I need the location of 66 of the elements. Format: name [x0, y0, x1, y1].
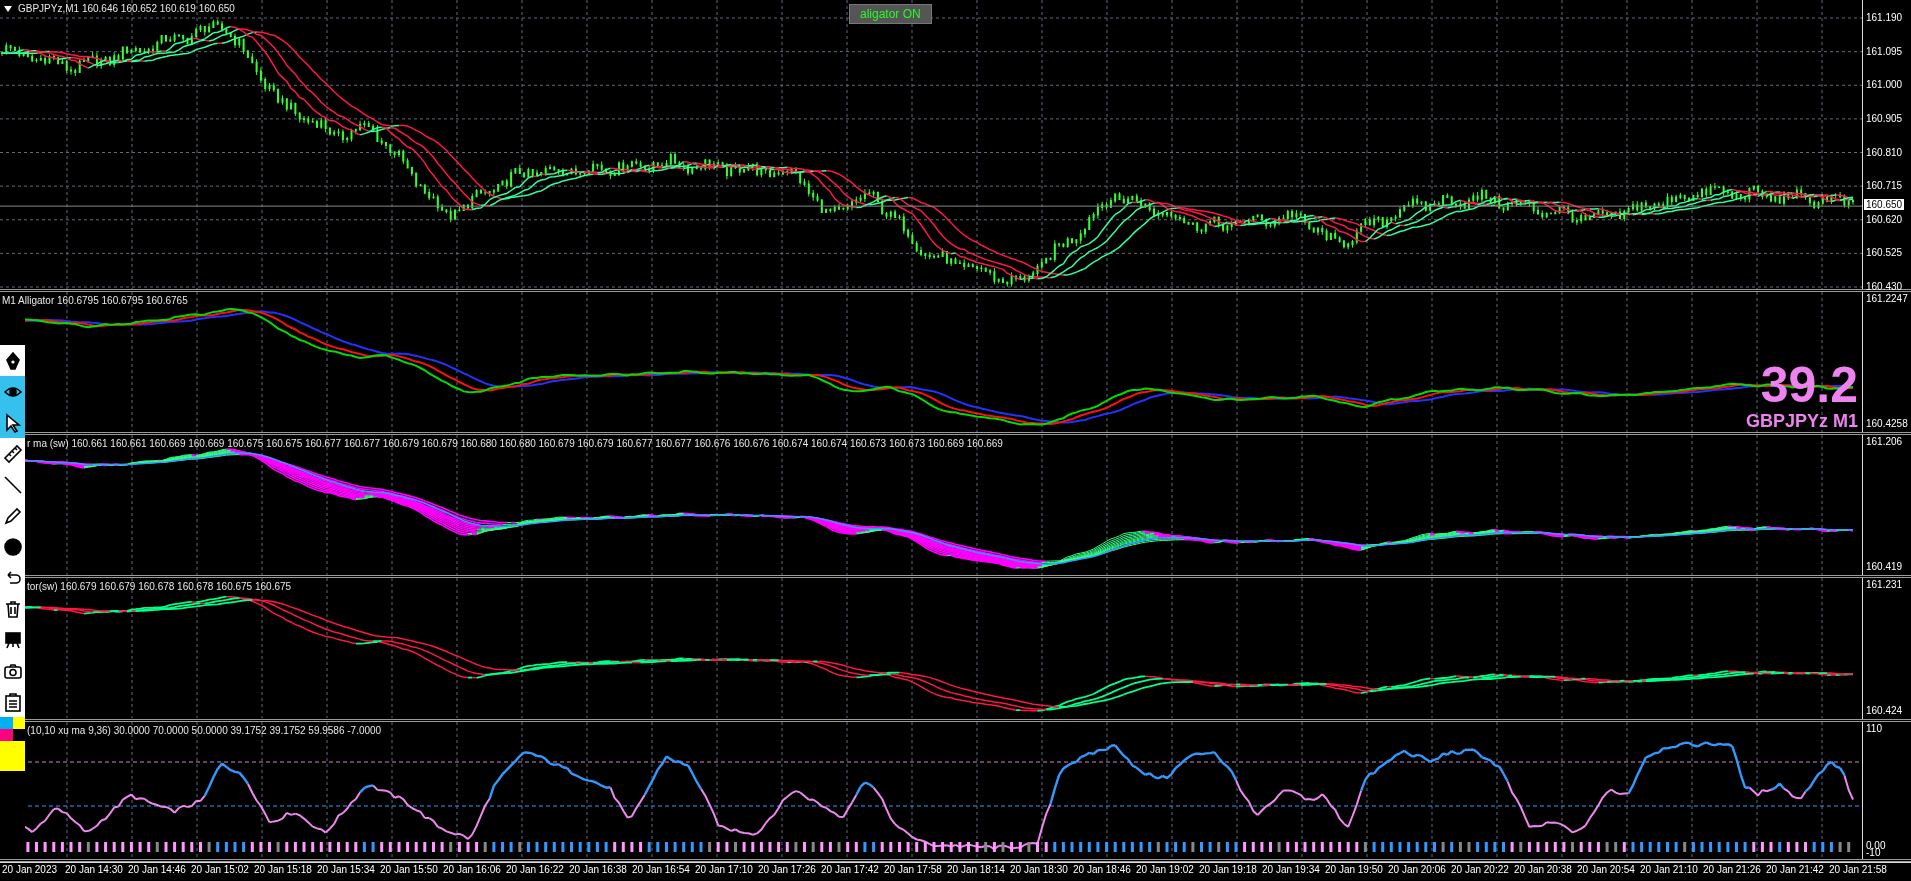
- price-label: 161.206: [1866, 436, 1904, 447]
- time-label: 20 Jan 20:22: [1451, 863, 1510, 877]
- time-label: 20 Jan 20:38: [1514, 863, 1573, 877]
- time-label: 20 Jan 20:06: [1388, 863, 1447, 877]
- indicator-header: tor(sw) 160.679 160.679 160.678 160.678 160.675 160.675: [27, 581, 292, 592]
- time-label: 20 Jan 16:38: [569, 863, 628, 877]
- overlay-label: GBPJPYz M1: [1745, 410, 1858, 432]
- time-label: 20 Jan 18:14: [947, 863, 1006, 877]
- time-label: 20 Jan 17:42: [821, 863, 880, 877]
- indicator-header: M1 Alligator 160.6795 160.6795 160.6765: [2, 295, 188, 306]
- scale-label: -10: [1866, 847, 1881, 858]
- time-label: 20 Jan 15:50: [380, 863, 439, 877]
- price-label: 161.190: [1866, 12, 1903, 23]
- time-label: 20 Jan 19:18: [1199, 863, 1258, 877]
- current-price-label: 160.650: [1864, 199, 1905, 211]
- toggle-button[interactable]: aligator ON: [849, 4, 932, 24]
- price-label: 161.095: [1866, 45, 1903, 57]
- line-icon: [2, 474, 23, 495]
- price-label: 160.525: [1866, 247, 1903, 259]
- easel-icon: [2, 629, 23, 650]
- chart-header: GBPJPYz,M1 160.646 160.652 160.619 160.650: [18, 3, 235, 14]
- clipboard-icon: [2, 691, 23, 712]
- price-label: 161.000: [1866, 79, 1903, 91]
- time-label: 20 Jan 17:26: [758, 863, 817, 877]
- time-label: 20 Jan 16:54: [632, 863, 691, 877]
- time-label: 20 Jan 15:34: [317, 863, 376, 877]
- time-label: 20 Jan 19:34: [1262, 863, 1321, 877]
- indicator-header: (10,10 xu ma 9,36) 30.0000 70.0000 50.0000 39.1752 39.1752 59.9586 -7.0000: [27, 725, 382, 736]
- price-label: 160.715: [1866, 180, 1903, 192]
- time-label: 20 Jan 15:02: [191, 863, 250, 877]
- color-swatch[interactable]: [0, 717, 13, 729]
- time-label: 20 Jan 18:46: [1073, 863, 1132, 877]
- time-label: 20 Jan 16:06: [443, 863, 502, 877]
- time-label: 20 Jan 21:42: [1766, 863, 1825, 877]
- dot-icon: [2, 536, 23, 557]
- time-label: 20 Jan 18:30: [1010, 863, 1069, 877]
- color-swatch[interactable]: [0, 729, 13, 741]
- time-label: 20 Jan 14:30: [65, 863, 124, 877]
- time-label: 20 Jan 14:46: [128, 863, 187, 877]
- indicator-header: r ma (sw) 160.661 160.661 160.669 160.669 160.675 160.675 160.677 160.677 160.679 160.679 160.680 160.680 160.679 160.679 160.677 160.677 160.676 160.676 160.674 160.674 160.673 160.673 160.669 160.669: [27, 438, 1003, 449]
- price-label: 161.231: [1866, 579, 1904, 590]
- price-label: 160.424: [1866, 705, 1904, 716]
- scale-label: 110: [1866, 723, 1883, 734]
- time-label: 20 Jan 15:18: [254, 863, 313, 877]
- pencil-icon: [2, 505, 23, 526]
- time-label: 20 Jan 21:26: [1703, 863, 1762, 877]
- dropdown-icon[interactable]: [4, 5, 12, 12]
- price-label: 161.2247: [1866, 293, 1909, 304]
- ruler-icon: [2, 443, 23, 464]
- current-color-swatch[interactable]: [0, 741, 25, 771]
- cursor-tool-button[interactable]: [0, 407, 25, 438]
- time-label: 20 Jan 16:22: [506, 863, 565, 877]
- price-label: 160.810: [1866, 146, 1903, 158]
- time-label: 20 Jan 17:58: [884, 863, 943, 877]
- time-label: 20 Jan 2023: [2, 863, 59, 877]
- price-label: 160.620: [1866, 213, 1903, 225]
- price-label: 160.4258: [1866, 418, 1909, 429]
- eye-tool-button[interactable]: [0, 376, 25, 407]
- time-label: 20 Jan 17:10: [695, 863, 754, 877]
- time-label: 20 Jan 21:10: [1640, 863, 1699, 877]
- time-label: 20 Jan 19:02: [1136, 863, 1195, 877]
- time-label: 20 Jan 20:54: [1577, 863, 1636, 877]
- price-label: 160.905: [1866, 112, 1903, 124]
- time-label: 20 Jan 19:50: [1325, 863, 1384, 877]
- time-label: 20 Jan 21:58: [1829, 863, 1888, 877]
- price-label: 160.419: [1866, 561, 1904, 572]
